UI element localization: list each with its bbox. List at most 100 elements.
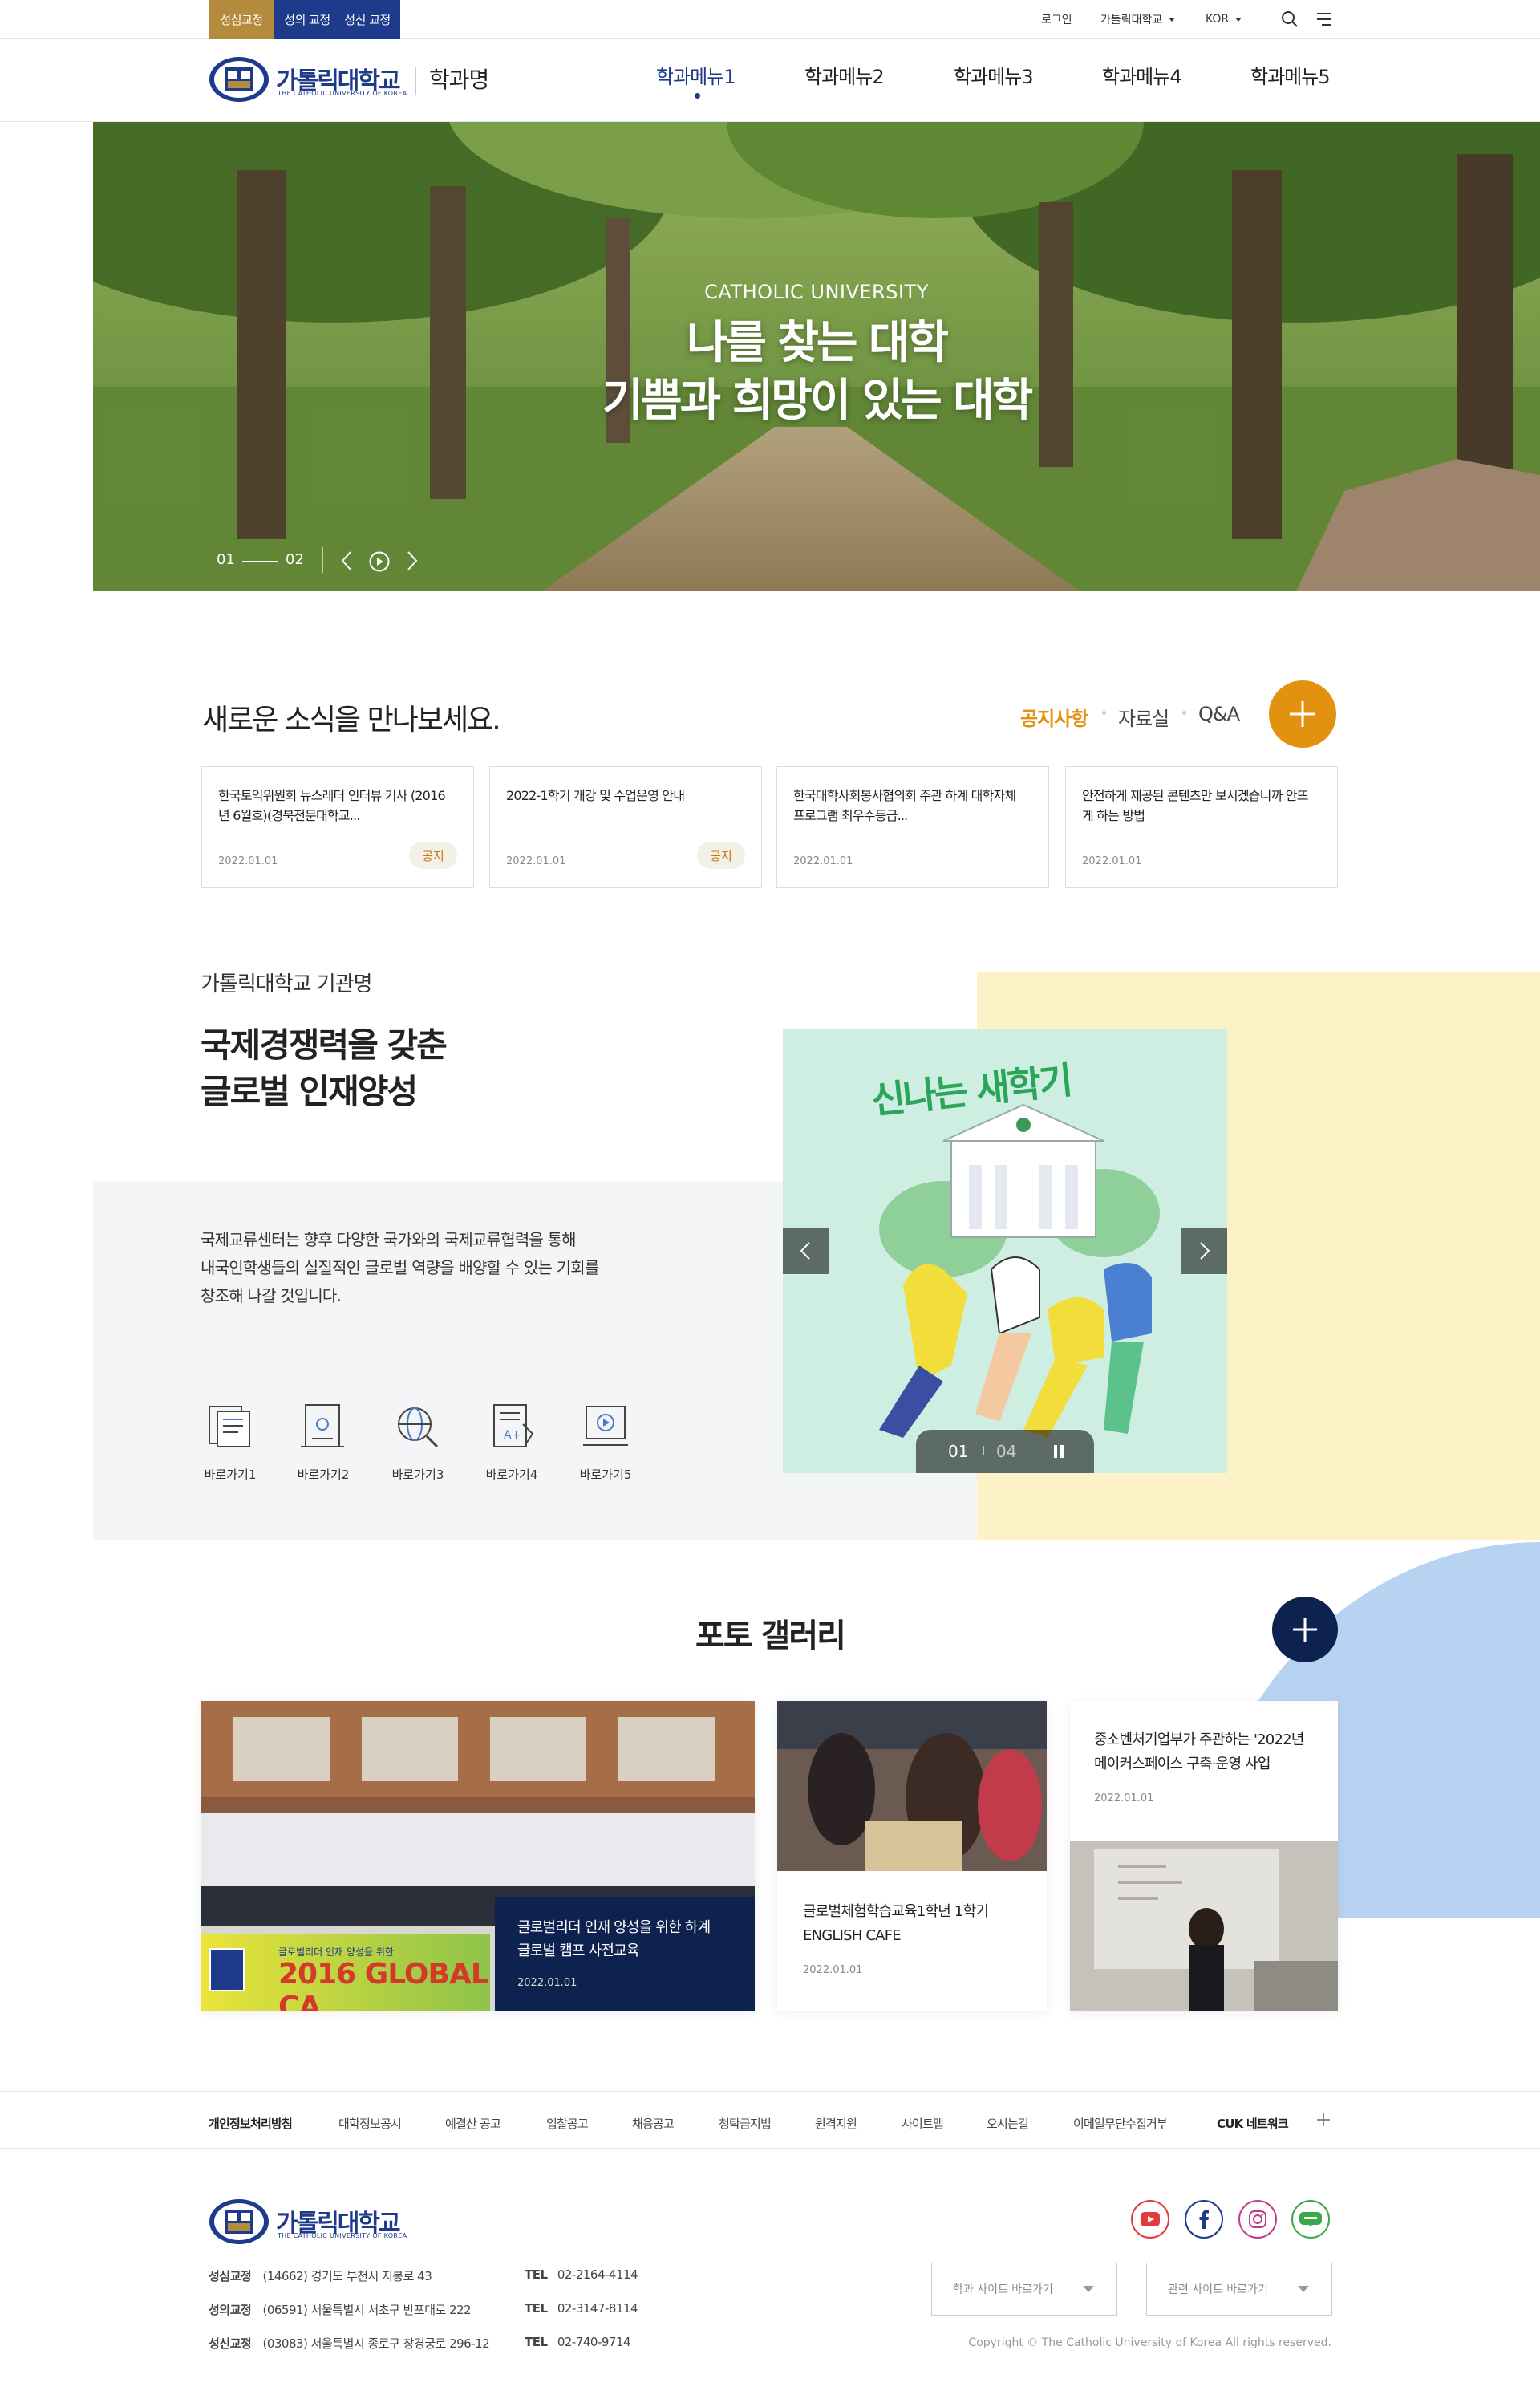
- news-card-2[interactable]: 2022-1학기 개강 및 수업운영 안내 2022.01.01 공지: [489, 766, 762, 888]
- campus-name: 성의교정: [209, 2303, 252, 2317]
- gallery-card-2[interactable]: 글로벌체험학습교육1학년 1학기 ENGLISH CAFE 2022.01.01: [777, 1701, 1047, 2011]
- footer-link-remote-support[interactable]: 원격지원: [815, 2115, 857, 2132]
- notice-badge: 공지: [409, 842, 457, 869]
- chevron-right-icon: [1200, 1242, 1210, 1260]
- quick-link-5[interactable]: 바로가기5: [569, 1400, 642, 1483]
- nav-item-1[interactable]: 학과메뉴1: [656, 61, 736, 89]
- footer-link-anti-graft[interactable]: 청탁금지법: [719, 2115, 772, 2132]
- nav-item-2[interactable]: 학과메뉴2: [804, 61, 885, 89]
- slider-prev-button[interactable]: [783, 1228, 829, 1274]
- youtube-icon: [1141, 2212, 1160, 2226]
- quick-link-4[interactable]: A+ 바로가기4: [476, 1400, 548, 1483]
- campus-name: 성심교정: [209, 2269, 252, 2283]
- blog-icon: [1299, 2212, 1322, 2226]
- related-sites-select[interactable]: 관련 사이트 바로가기: [1146, 2263, 1332, 2316]
- gallery-more-button[interactable]: [1272, 1597, 1338, 1662]
- dept-sites-select[interactable]: 학과 사이트 바로가기: [931, 2263, 1117, 2316]
- nav-item-5[interactable]: 학과메뉴5: [1250, 61, 1331, 89]
- hero-next-icon[interactable]: [404, 550, 420, 571]
- blog-button[interactable]: [1291, 2200, 1330, 2239]
- university-emblem-logo[interactable]: [209, 56, 270, 103]
- lang-dropdown[interactable]: KOR: [1206, 0, 1242, 39]
- campus-tab-seongsim[interactable]: 성심교정: [209, 0, 274, 39]
- footer-link-directions[interactable]: 오시는길: [987, 2115, 1029, 2132]
- quick-link-3[interactable]: 바로가기3: [382, 1400, 454, 1483]
- chevron-down-icon: [1298, 2286, 1309, 2292]
- nav-item-4[interactable]: 학과메뉴4: [1102, 61, 1182, 89]
- camp-banner: 글로벌리더 인재 양성을 위한 2016 GLOBAL CA: [201, 1934, 490, 2011]
- pause-icon[interactable]: [1051, 1443, 1067, 1459]
- gallery-card-1[interactable]: 글로벌리더 인재 양성을 위한 2016 GLOBAL CA 글로벌리더 인재 …: [201, 1701, 755, 2011]
- footer-link-recruit[interactable]: 채용공고: [632, 2115, 675, 2132]
- slider-pagination-bar: 01 04: [916, 1430, 1094, 1473]
- footer-link-budget[interactable]: 예결산 공고: [445, 2115, 501, 2132]
- search-icon[interactable]: [1280, 10, 1299, 29]
- hero-prev-icon[interactable]: [338, 550, 355, 571]
- instagram-button[interactable]: [1238, 2200, 1277, 2239]
- nav-active-dot: [695, 93, 700, 99]
- campus-name: 성신교정: [209, 2336, 252, 2351]
- slider-next-button[interactable]: [1181, 1228, 1227, 1274]
- org-name: 가톨릭대학교 기관명: [201, 972, 373, 997]
- campus-tab-seongui[interactable]: 성의 교정: [274, 0, 340, 39]
- news-card-title: 한국대학사회봉사협의회 주관 하계 대학자체 프로그램 최우수등급...: [793, 788, 1016, 823]
- news-card-1[interactable]: 한국토익위원회 뉴스레터 인터뷰 기사 (2016년 6월호)(경북전문대학교.…: [201, 766, 474, 888]
- quick-link-label: 바로가기1: [204, 1467, 257, 1482]
- notice-badge: 공지: [697, 842, 745, 869]
- expand-plus-icon[interactable]: [1315, 2112, 1331, 2128]
- camp-banner-logo-icon: [209, 1948, 245, 1991]
- news-tab-archive[interactable]: 자료실: [1118, 703, 1169, 731]
- footer-link-cuk-network[interactable]: CUK 네트워크: [1217, 2115, 1289, 2132]
- news-card-3[interactable]: 한국대학사회봉사협의회 주관 하계 대학자체 프로그램 최우수등급... 202…: [776, 766, 1049, 888]
- campus-tab-seongsin[interactable]: 성신 교정: [334, 0, 400, 39]
- gallery-card-1-caption: 글로벌리더 인재 양성을 위한 하계 글로벌 캠프 사전교육 2022.01.0…: [495, 1897, 755, 2011]
- univ-menu-dropdown[interactable]: 가톨릭대학교: [1100, 0, 1176, 39]
- news-card-date: 2022.01.01: [793, 855, 853, 867]
- news-card-title: 2022-1학기 개강 및 수업운영 안내: [506, 788, 685, 803]
- plus-icon: [1293, 1618, 1317, 1642]
- intro-desc-line-3: 창조해 나갈 것입니다.: [201, 1286, 342, 1305]
- nav-item-3[interactable]: 학과메뉴3: [954, 61, 1034, 89]
- tel-number: 02-740-9714: [557, 2335, 631, 2349]
- campus-address-1: 성심교정 (14662) 경기도 부천시 지봉로 43: [209, 2267, 432, 2284]
- gallery-card-date: 2022.01.01: [517, 1977, 578, 1989]
- hero-page-current: 01: [217, 551, 235, 568]
- footer-link-privacy[interactable]: 개인정보처리방침: [209, 2115, 293, 2132]
- facebook-button[interactable]: [1185, 2200, 1223, 2239]
- quick-link-1[interactable]: 바로가기1: [194, 1400, 266, 1483]
- hero-play-icon[interactable]: [369, 551, 390, 572]
- documents-icon: [209, 1406, 250, 1447]
- global-search-icon: [398, 1407, 439, 1448]
- news-card-title: 안전하게 제공된 콘텐츠만 보시겠습니까 안뜨게 하는 방법: [1082, 788, 1308, 823]
- intro-desc-line-1: 국제교류센터는 향후 다양한 국가와의 국제교류협력을 통해: [201, 1230, 577, 1249]
- logo-divider: [415, 67, 416, 95]
- hero-control-divider: [322, 547, 323, 573]
- footer-link-sitemap[interactable]: 사이트맵: [902, 2115, 944, 2132]
- semester-illustration-slider: 신나는 새학기: [783, 1029, 1227, 1473]
- youtube-button[interactable]: [1131, 2200, 1169, 2239]
- gallery-card-3[interactable]: 중소벤처기업부가 주관하는 '2022년 메이커스페이스 구축·운영 사업 20…: [1070, 1701, 1338, 2011]
- menu-icon[interactable]: [1315, 10, 1333, 28]
- news-more-button[interactable]: [1269, 680, 1336, 748]
- campus-tel-1: TEL 02-2164-4114: [525, 2267, 638, 2282]
- footer-link-email-refusal[interactable]: 이메일무단수집거부: [1073, 2115, 1168, 2132]
- quick-link-label: 바로가기5: [579, 1467, 632, 1482]
- tel-label: TEL: [525, 2335, 548, 2349]
- tel-number: 02-3147-8114: [557, 2301, 638, 2316]
- quick-link-label: 바로가기4: [485, 1467, 538, 1482]
- news-card-title: 한국토익위원회 뉴스레터 인터뷰 기사 (2016년 6월호)(경북전문대학교.…: [218, 788, 446, 823]
- hero-title-line-2: 기쁨과 희망이 있는 대학: [602, 375, 1034, 427]
- campus-address-2: 성의교정 (06591) 서울특별시 서초구 반포대로 222: [209, 2301, 472, 2318]
- camp-banner-subtitle: 글로벌리더 인재 양성을 위한: [278, 1946, 394, 1958]
- footer-link-bid[interactable]: 입찰공고: [546, 2115, 589, 2132]
- hero-eyebrow: CATHOLIC UNIVERSITY: [704, 281, 929, 303]
- news-tab-notice[interactable]: 공지사항: [1020, 703, 1088, 731]
- quick-link-2[interactable]: 바로가기2: [287, 1400, 359, 1483]
- login-link[interactable]: 로그인: [1041, 0, 1072, 39]
- news-tab-qna[interactable]: Q&A: [1198, 703, 1240, 725]
- tab-separator: [1102, 711, 1106, 715]
- news-card-4[interactable]: 안전하게 제공된 콘텐츠만 보시겠습니까 안뜨게 하는 방법 2022.01.0…: [1065, 766, 1338, 888]
- footer-link-univ-info[interactable]: 대학정보공시: [338, 2115, 402, 2132]
- hero-title: 나를 찾는 대학 기쁨과 희망이 있는 대학: [93, 315, 1540, 430]
- news-section-title: 새로운 소식을 만나보세요.: [202, 704, 501, 737]
